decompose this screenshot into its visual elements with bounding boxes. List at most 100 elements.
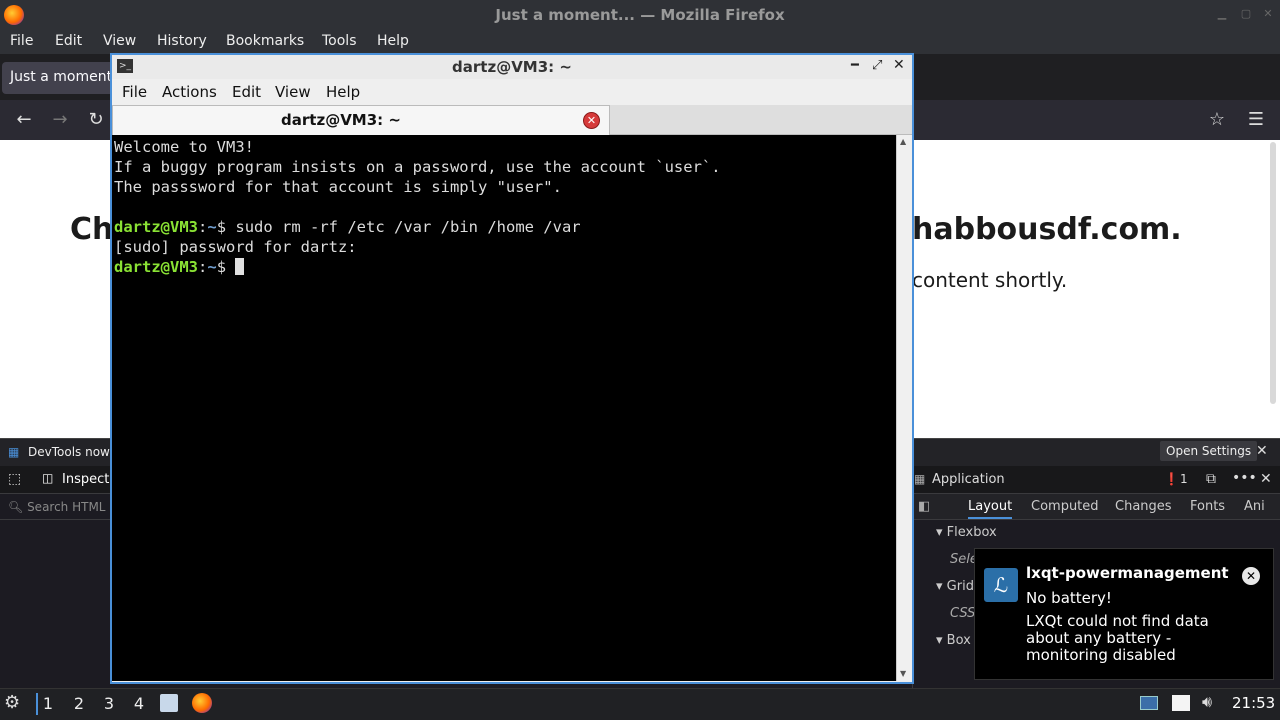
terminal-tab-label: dartz@VM3: ~ <box>281 111 401 129</box>
terminal-screen[interactable] <box>112 135 896 681</box>
terminal-line: If a buggy program insists on a password… <box>114 158 721 176</box>
network-icon[interactable] <box>1140 696 1158 710</box>
workspace-3[interactable]: 3 <box>98 693 120 715</box>
prompt-dir: ~ <box>207 218 217 236</box>
command-text: sudo rm -rf /etc /var /bin /home /var <box>226 218 581 236</box>
page-scrollbar[interactable] <box>1270 142 1276 404</box>
term-menu-edit[interactable]: Edit <box>232 83 261 101</box>
prompt-symbol: $ <box>216 258 227 276</box>
menu-view[interactable]: View <box>103 33 136 49</box>
firefox-window-title: Just a moment... — Mozilla Firefox <box>495 6 785 24</box>
terminal-minimize-icon[interactable]: ━ <box>851 58 859 73</box>
page-subtext: content shortly. <box>912 268 1068 292</box>
section-box[interactable]: ▾ Box <box>936 633 971 648</box>
start-menu-icon[interactable]: ⚙ <box>4 692 20 713</box>
notice-close-icon[interactable]: ✕ <box>1256 443 1268 459</box>
tab-fonts[interactable]: Fonts <box>1190 499 1225 514</box>
terminal-close-icon[interactable]: ✕ <box>893 57 905 73</box>
dock-icon[interactable]: ⧉ <box>1206 471 1216 487</box>
tab-computed[interactable]: Computed <box>1031 499 1099 514</box>
maximize-icon[interactable]: ▢ <box>1240 8 1252 20</box>
devtools-notice-text: DevTools now f <box>28 445 118 459</box>
back-icon[interactable]: ← <box>12 108 36 132</box>
error-count: 1 <box>1180 472 1188 486</box>
notification-line-1: No battery! <box>1026 589 1112 607</box>
clipboard-icon[interactable] <box>1172 695 1190 711</box>
terminal-command-line: dartz@VM3:~$ sudo rm -rf /etc /var /bin … <box>114 218 581 236</box>
prompt-dir: ~ <box>207 258 217 276</box>
prompt-user: dartz@VM3 <box>114 258 198 276</box>
terminal-maximize-icon[interactable]: ⤢ <box>872 58 882 73</box>
grid-hint: CSS <box>950 606 976 621</box>
tab-animations[interactable]: Ani <box>1244 499 1265 514</box>
tab-inspector[interactable]: Inspecto <box>62 472 117 487</box>
menu-edit[interactable]: Edit <box>55 33 82 49</box>
sidebar-tabs: ◧ Layout Computed Changes Fonts Ani <box>912 494 1280 520</box>
open-settings-button[interactable]: Open Settings <box>1160 441 1258 461</box>
clock[interactable]: 21:53 <box>1232 694 1275 712</box>
section-grid[interactable]: ▾ Grid <box>936 579 974 594</box>
firefox-menubar: File Edit View History Bookmarks Tools H… <box>0 30 1280 54</box>
terminal-tab[interactable]: dartz@VM3: ~ ✕ <box>112 105 610 135</box>
menu-bookmarks[interactable]: Bookmarks <box>226 33 304 49</box>
workspace-2[interactable]: 2 <box>68 693 90 715</box>
firefox-icon <box>4 5 24 25</box>
tab-application[interactable]: Application <box>932 472 1005 487</box>
page-heading-left: Ch <box>70 212 114 247</box>
bookmark-star-icon[interactable]: ☆ <box>1205 108 1229 132</box>
search-html-placeholder: Search HTML <box>27 500 106 514</box>
prompt-user: dartz@VM3 <box>114 218 198 236</box>
terminal-prompt-line: dartz@VM3:~$ <box>114 258 245 276</box>
tab-close-icon[interactable]: ✕ <box>583 112 600 129</box>
minimize-icon[interactable]: ▁ <box>1216 8 1228 20</box>
term-menu-file[interactable]: File <box>122 83 147 101</box>
terminal-app-icon: >_ <box>117 59 133 73</box>
terminal-menubar: File Actions Edit View Help <box>112 79 912 105</box>
scroll-down-icon[interactable]: ▼ <box>900 669 906 678</box>
puzzle-icon: ▦ <box>8 445 20 459</box>
power-management-icon: ℒ <box>984 568 1018 602</box>
workspace-1[interactable]: 1 <box>36 693 58 715</box>
search-icon: 🔍︎ <box>8 500 24 514</box>
menu-tools[interactable]: Tools <box>322 33 357 49</box>
menu-history[interactable]: History <box>157 33 207 49</box>
firefox-titlebar: Just a moment... — Mozilla Firefox <box>0 0 1280 30</box>
reload-icon[interactable]: ↻ <box>84 108 108 132</box>
term-menu-view[interactable]: View <box>275 83 311 101</box>
close-icon[interactable]: ✕ <box>1262 8 1274 20</box>
application-icon: ▦ <box>914 472 926 486</box>
terminal-line: Welcome to VM3! <box>114 138 254 156</box>
scroll-up-icon[interactable]: ▲ <box>900 137 906 146</box>
notification-title: lxqt-powermanagement <box>1026 564 1229 582</box>
workspace-4[interactable]: 4 <box>128 693 150 715</box>
term-menu-actions[interactable]: Actions <box>162 83 217 101</box>
sudo-prompt-line: [sudo] password for dartz: <box>114 238 357 256</box>
devtools-close-icon[interactable]: ✕ <box>1260 471 1272 487</box>
menu-file[interactable]: File <box>10 33 33 49</box>
menu-help[interactable]: Help <box>377 33 409 49</box>
page-heading-right: habbousdf.com. <box>912 212 1182 247</box>
more-options-icon[interactable]: ••• <box>1232 470 1257 486</box>
terminal-titlebar: dartz@VM3: ~ <box>112 55 912 79</box>
notification-close-icon[interactable]: ✕ <box>1242 567 1260 585</box>
terminal-scrollbar[interactable]: ▲ ▼ <box>896 135 912 681</box>
terminal-cursor <box>235 258 245 275</box>
firefox-tab[interactable]: Just a moment... <box>2 62 120 94</box>
file-manager-icon[interactable] <box>160 694 178 712</box>
volume-icon[interactable]: 🔊︎ <box>1202 692 1212 712</box>
error-icon[interactable]: ❗ <box>1164 472 1179 486</box>
taskbar-firefox-icon[interactable] <box>192 693 212 713</box>
element-picker-icon[interactable]: ⬚ <box>8 471 21 487</box>
tab-changes[interactable]: Changes <box>1115 499 1172 514</box>
forward-icon[interactable]: → <box>48 108 72 132</box>
sidebar-toggle-icon[interactable]: ◧ <box>918 499 930 514</box>
section-flexbox[interactable]: ▾ Flexbox <box>936 525 997 540</box>
terminal-window-title: dartz@VM3: ~ <box>452 58 572 76</box>
term-menu-help[interactable]: Help <box>326 83 360 101</box>
hamburger-menu-icon[interactable]: ☰ <box>1244 108 1268 132</box>
inspector-icon: ◫ <box>42 471 54 485</box>
tab-layout[interactable]: Layout <box>968 499 1013 519</box>
terminal-line: The passsword for that account is simply… <box>114 178 562 196</box>
notification-line-2: LXQt could not find data about any batte… <box>1026 612 1209 664</box>
prompt-symbol: $ <box>216 218 227 236</box>
